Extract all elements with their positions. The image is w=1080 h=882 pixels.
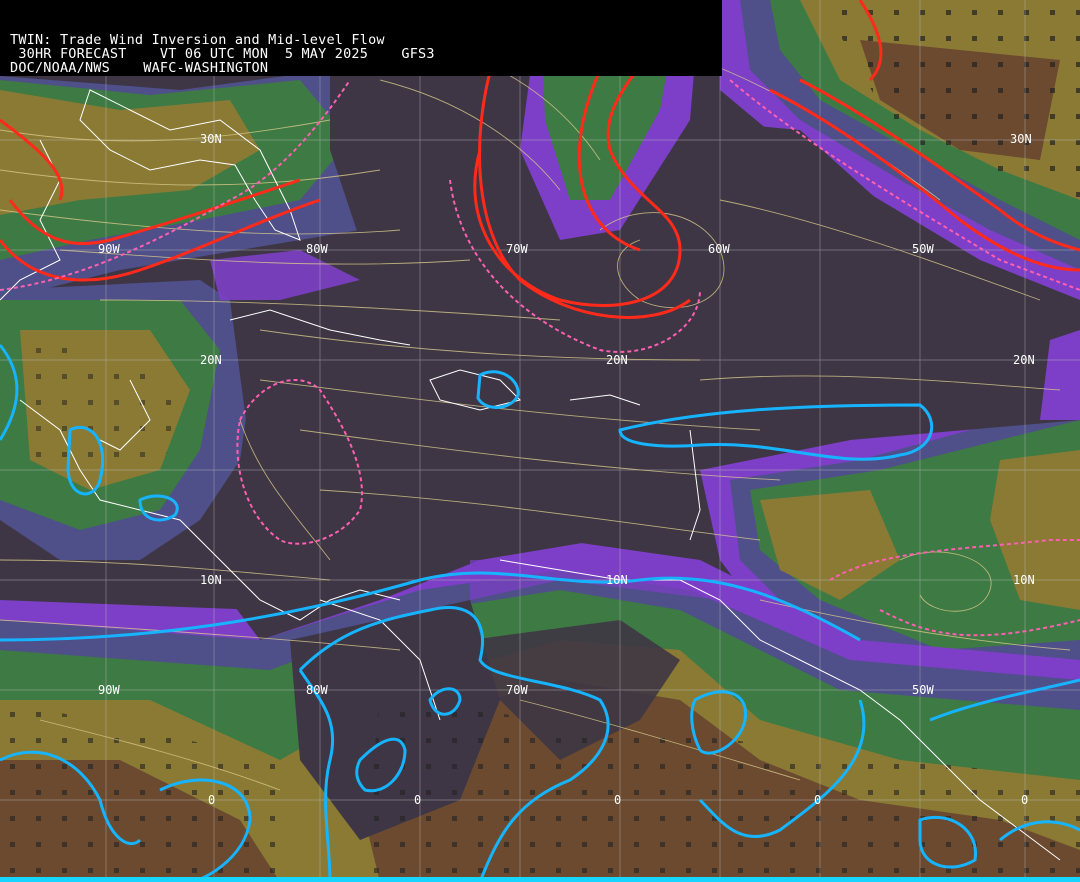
lon-label-80w-a: 80W	[306, 242, 328, 256]
lat-label-20n-a: 20N	[200, 353, 222, 367]
equator-label-d: 0	[814, 793, 821, 807]
lon-label-60w-a: 60W	[708, 242, 730, 256]
lat-label-10n-c: 10N	[1013, 573, 1035, 587]
lon-label-70w-a: 70W	[506, 242, 528, 256]
lon-label-80w-b: 80W	[306, 683, 328, 697]
lat-label-10n-b: 10N	[606, 573, 628, 587]
equator-label-e: 0	[1021, 793, 1028, 807]
lat-label-30n-a: 30N	[200, 132, 222, 146]
lon-label-50w-b: 50W	[912, 683, 934, 697]
lon-label-50w-a: 50W	[912, 242, 934, 256]
chart-header-box: TWIN: Trade Wind Inversion and Mid-level…	[0, 0, 722, 76]
bottom-edge-strip	[0, 877, 1080, 882]
lat-label-10n-a: 10N	[200, 573, 222, 587]
equator-label-a: 0	[208, 793, 215, 807]
lat-label-20n-b: 20N	[606, 353, 628, 367]
lon-label-70w-b: 70W	[506, 683, 528, 697]
equator-label-c: 0	[614, 793, 621, 807]
equator-label-b: 0	[414, 793, 421, 807]
twin-forecast-map: 30N 30N 20N 20N 20N 10N 10N 10N 90W 80W …	[0, 0, 1080, 882]
lat-label-30n-b: 30N	[1010, 132, 1032, 146]
lon-label-90w-b: 90W	[98, 683, 120, 697]
header-agency-line: DOC/NOAA/NWS WAFC-WASHINGTON	[10, 60, 269, 76]
lat-label-20n-c: 20N	[1013, 353, 1035, 367]
lon-label-90w-a: 90W	[98, 242, 120, 256]
shaded-field-layer	[0, 0, 1080, 882]
